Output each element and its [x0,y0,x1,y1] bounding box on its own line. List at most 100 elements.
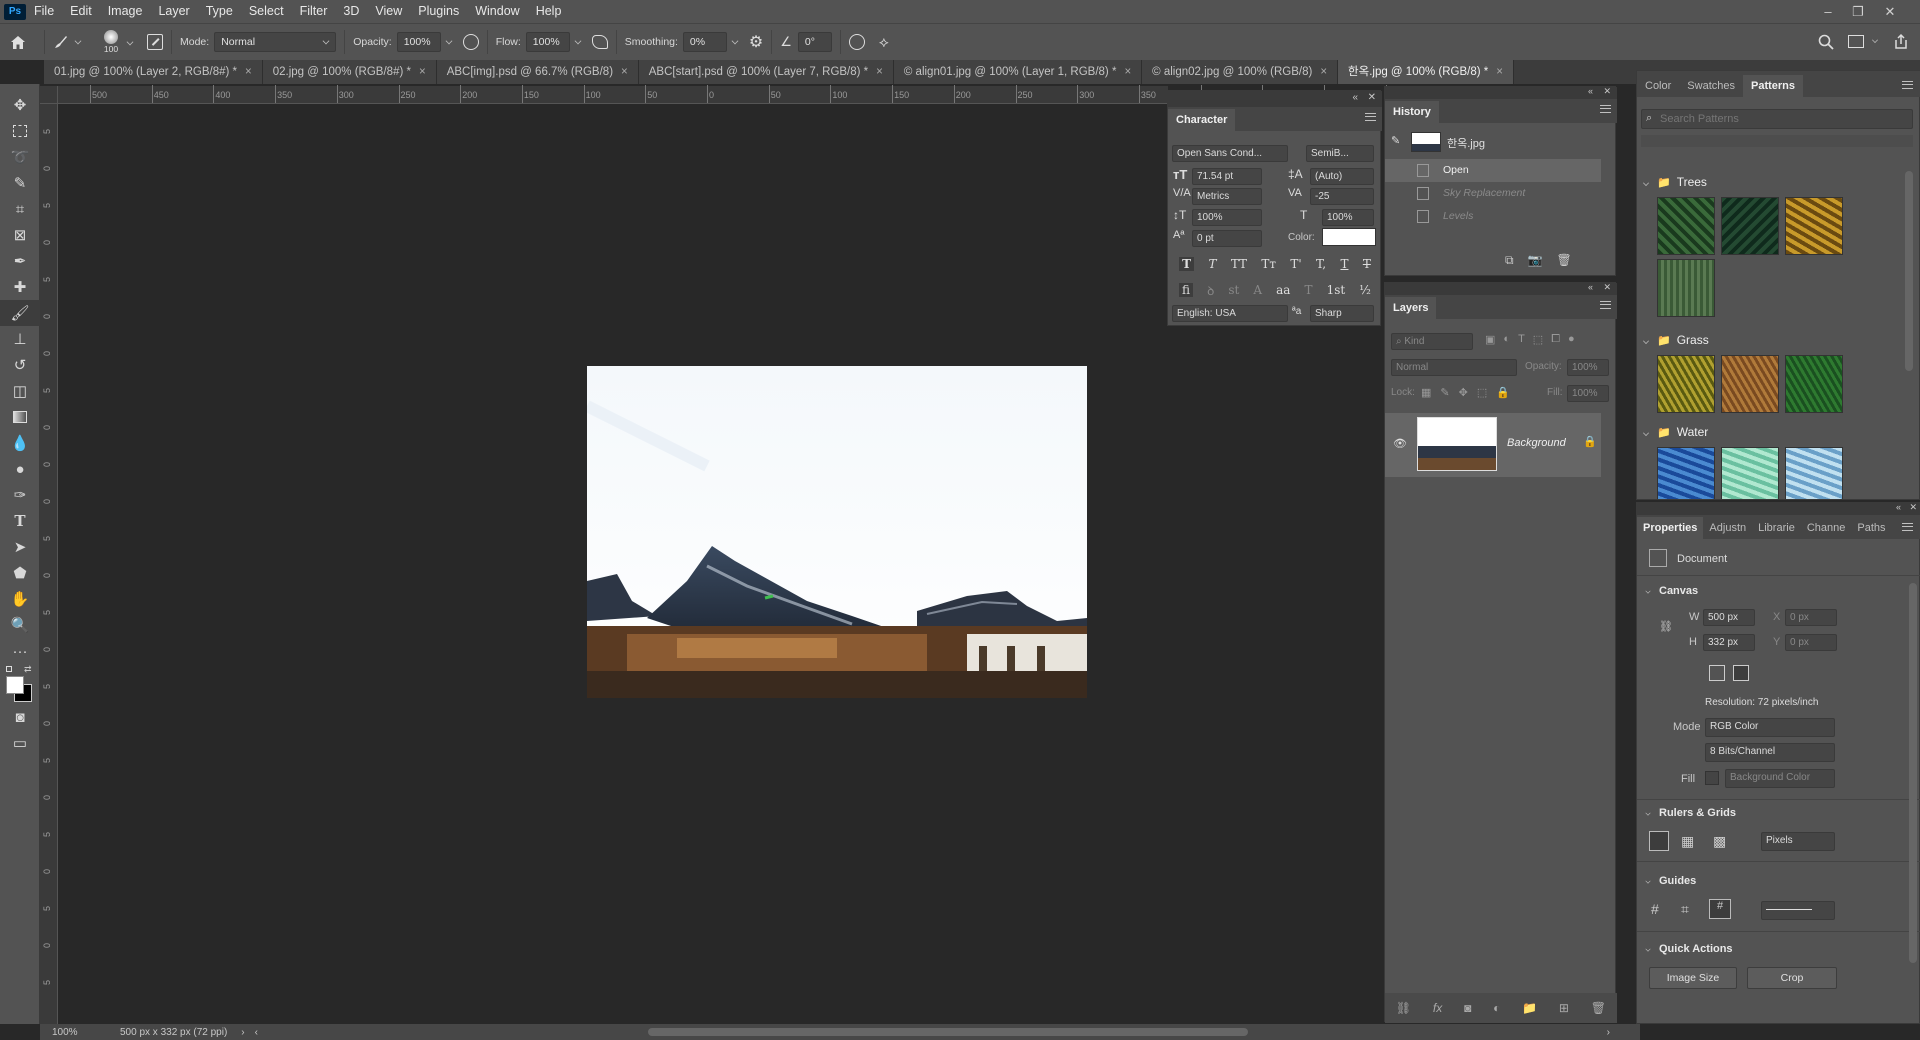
antialias-select[interactable]: Sharp [1310,305,1374,322]
swash-icon[interactable]: st [1228,283,1239,297]
document-tab[interactable]: 한옥.jpg @ 100% (RGB/8) * × [1338,60,1514,84]
menu-item-image[interactable]: Image [100,0,151,23]
color-swatches[interactable]: ⇄ [0,664,39,704]
link-layers-icon[interactable]: ⛓ [1396,1001,1411,1015]
properties-collapse-icon[interactable]: « [1896,502,1901,512]
new-document-from-state-icon[interactable]: ⧉ [1505,253,1514,268]
trash-icon[interactable]: 🗑 [1557,253,1572,268]
pattern-swatch[interactable] [1785,447,1843,499]
blur-tool-icon[interactable]: 💧 [0,430,40,456]
pattern-swatch[interactable] [1721,197,1779,255]
canvas-height-field[interactable]: 332 px [1703,634,1755,651]
history-item[interactable]: Levels [1385,205,1601,228]
fill-select[interactable]: Background Color [1725,769,1835,788]
character-menu-icon[interactable] [1365,113,1376,121]
swap-colors-icon[interactable]: ⇄ [24,664,32,675]
fill-swatch[interactable] [1705,771,1719,785]
search-patterns-input[interactable] [1660,111,1908,127]
shape-tool-icon[interactable]: ⬟ [0,560,40,586]
menu-item-view[interactable]: View [367,0,410,23]
document-tab[interactable]: 01.jpg @ 100% (Layer 2, RGB/8#) * × [44,60,263,84]
menu-item-3d[interactable]: 3D [335,0,367,23]
patterns-scrollbar[interactable] [1905,171,1913,371]
old-style-icon[interactable]: ꝺ [1207,282,1214,299]
all-caps-icon[interactable]: TT [1231,257,1247,271]
hand-tool-icon[interactable]: ✋ [0,586,40,612]
pressure-size-icon[interactable] [848,34,865,50]
frame-tool-icon[interactable]: ⊠ [0,222,40,248]
color-mode-select[interactable]: RGB Color [1705,718,1835,737]
pressure-opacity-icon[interactable] [462,34,479,50]
history-close-icon[interactable]: ✕ [1603,86,1611,97]
tab-patterns[interactable]: Patterns [1743,75,1804,97]
status-chevron-icon[interactable]: › [241,1027,244,1038]
default-colors-icon[interactable] [6,666,12,672]
landscape-orientation-icon[interactable] [1733,665,1749,681]
underline-icon[interactable]: T [1340,257,1348,271]
pen-tool-icon[interactable]: ✑ [0,482,40,508]
subscript-icon[interactable]: T, [1316,257,1326,271]
menu-item-edit[interactable]: Edit [62,0,100,23]
pattern-swatch[interactable] [1657,259,1715,317]
eyedropper-tool-icon[interactable]: ✒ [0,248,40,274]
move-tool-icon[interactable]: ✥ [0,92,40,118]
vertical-scale-field[interactable]: 100% [1192,209,1262,226]
brush-size-picker[interactable]: 100 [99,30,123,54]
guide-style-select[interactable] [1761,901,1835,920]
type-tool-icon[interactable]: T [0,508,40,534]
patterns-menu-icon[interactable] [1902,81,1913,89]
minimize-icon[interactable]: – [1815,0,1841,23]
properties-close-icon[interactable]: ✕ [1909,502,1917,513]
close-tab-icon[interactable]: × [876,66,883,78]
bit-depth-select[interactable]: 8 Bits/Channel [1705,743,1835,762]
layers-collapse-icon[interactable]: « [1588,282,1593,292]
crop-tool-icon[interactable]: ⌗ [0,196,40,222]
history-brush-source-icon[interactable]: ✎ [1391,134,1400,147]
document-tab[interactable]: © align02.jpg @ 100% (RGB/8) × [1142,60,1339,84]
link-dimensions-icon[interactable]: ⛓ [1659,620,1673,633]
menu-item-window[interactable]: Window [467,0,527,23]
tab-adjustn[interactable]: Adjustn [1703,517,1752,539]
stylistic-alternates-icon[interactable]: A [1253,283,1262,297]
pattern-swatch[interactable] [1657,197,1715,255]
filter-pixel-icon[interactable]: ▣ [1485,333,1495,346]
blend-mode-select[interactable]: Normal [1391,359,1517,376]
zoom-tool-icon[interactable]: 🔍 [0,612,40,638]
faux-bold-icon[interactable]: T [1179,257,1195,271]
pattern-swatch[interactable] [1785,197,1843,255]
camera-icon[interactable]: 📷 [1528,253,1543,268]
menu-item-help[interactable]: Help [528,0,570,23]
history-item[interactable]: Open [1385,159,1601,182]
marquee-tool-icon[interactable] [0,118,40,144]
document-canvas[interactable] [587,366,1087,698]
lock-position-icon[interactable]: ✥ [1459,386,1468,399]
tab-color[interactable]: Color [1637,75,1679,97]
pattern-swatch[interactable] [1657,447,1715,499]
canvas-section-header[interactable]: Canvas [1645,585,1698,597]
tab-channe[interactable]: Channe [1801,517,1852,539]
filter-adjustment-icon[interactable]: ◐ [1503,333,1510,346]
ruler-units-select[interactable]: Pixels [1761,832,1835,851]
fx-icon[interactable]: fx [1433,1001,1442,1015]
share-icon[interactable] [1893,33,1909,53]
close-tab-icon[interactable]: × [1320,66,1327,78]
lasso-tool-icon[interactable]: ➰ [0,144,40,170]
new-layer-icon[interactable]: ⊞ [1559,1001,1569,1015]
filter-toggle-icon[interactable]: ● [1568,333,1575,346]
faux-italic-icon[interactable]: T [1208,257,1216,271]
dodge-tool-icon[interactable]: ● [0,456,40,482]
fill-field[interactable]: 100% [1567,385,1609,402]
search-icon[interactable] [1818,34,1834,53]
more-tools-icon[interactable]: ··· [0,638,40,664]
gear-icon[interactable]: ⚙ [749,32,763,52]
close-window-icon[interactable]: ✕ [1877,0,1903,23]
ruler-toggle-icon[interactable] [1649,831,1669,851]
history-brush-tool-icon[interactable]: ↺ [0,352,40,378]
eraser-tool-icon[interactable]: ◫ [0,378,40,404]
brush-settings-icon[interactable] [147,34,163,50]
menu-item-layer[interactable]: Layer [150,0,197,23]
pixel-grid-icon[interactable]: ▩ [1713,833,1726,850]
pattern-swatch[interactable] [1721,447,1779,499]
kerning-field[interactable]: Metrics [1192,188,1262,205]
healing-brush-tool-icon[interactable]: ✚ [0,274,40,300]
